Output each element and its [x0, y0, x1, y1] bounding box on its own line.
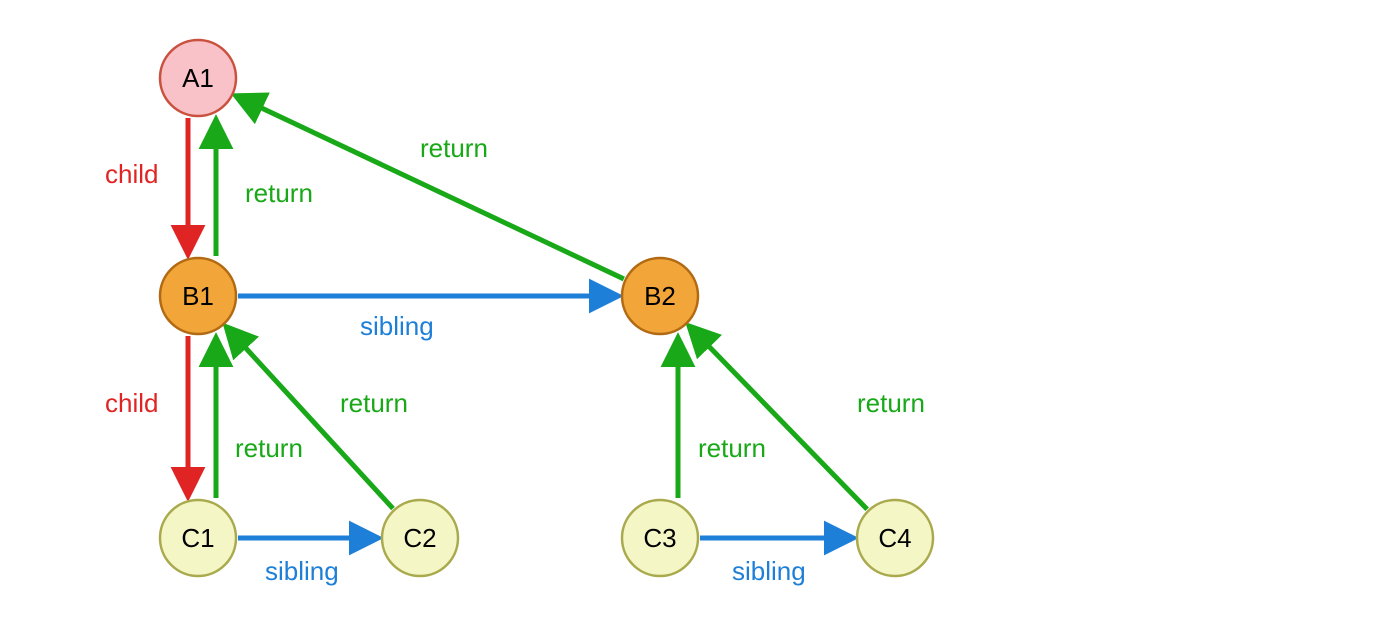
node-B1: B1	[160, 258, 236, 334]
edge-label-return: return	[698, 433, 766, 463]
node-label: C1	[181, 523, 214, 553]
edge-label-child: child	[105, 388, 158, 418]
node-A1: A1	[160, 40, 236, 116]
node-C3: C3	[622, 500, 698, 576]
fiber-tree-diagram: A1 B1 B2 C1 C2 C3 C4 child child return return ret…	[0, 0, 1400, 644]
edges-layer	[188, 96, 867, 538]
node-C1: C1	[160, 500, 236, 576]
node-label: C3	[643, 523, 676, 553]
node-label: B2	[644, 281, 676, 311]
edge-label-sibling: sibling	[360, 311, 434, 341]
edge-label-return: return	[340, 388, 408, 418]
edge-label-return: return	[235, 433, 303, 463]
node-C4: C4	[857, 500, 933, 576]
edge-return-C4-B2	[689, 326, 867, 509]
edge-label-return: return	[420, 133, 488, 163]
nodes-layer: A1 B1 B2 C1 C2 C3 C4	[160, 40, 933, 576]
edge-label-child: child	[105, 159, 158, 189]
node-C2: C2	[382, 500, 458, 576]
node-label: B1	[182, 281, 214, 311]
edge-label-return: return	[857, 388, 925, 418]
node-B2: B2	[622, 258, 698, 334]
edge-label-sibling: sibling	[265, 556, 339, 586]
node-label: C4	[878, 523, 911, 553]
node-label: C2	[403, 523, 436, 553]
edge-label-sibling: sibling	[732, 556, 806, 586]
edge-label-return: return	[245, 178, 313, 208]
node-label: A1	[182, 63, 214, 93]
